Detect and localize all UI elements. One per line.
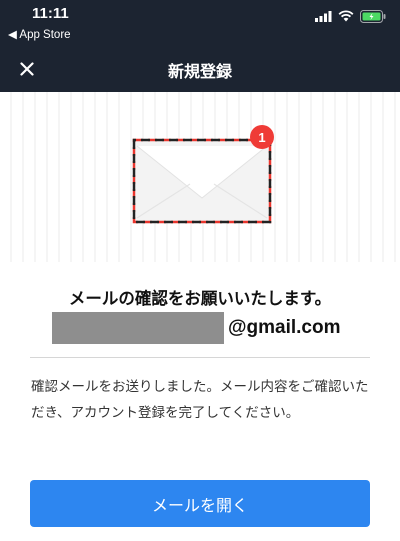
signal-icon: [315, 10, 332, 22]
envelope-illustration-area: 1: [0, 92, 400, 262]
open-mail-button[interactable]: メールを開く: [30, 480, 370, 527]
notification-badge: 1: [250, 125, 274, 149]
header-area: 11:11 ◀ App Store 新規登録: [0, 0, 400, 92]
status-time: 11:11: [32, 5, 69, 22]
email-domain: @gmail.com: [228, 317, 341, 338]
email-redaction-mask: [52, 312, 224, 344]
page-title: 新規登録: [167, 62, 232, 81]
status-icons: [315, 9, 386, 23]
divider: [30, 357, 370, 358]
confirmation-heading: メールの確認をお願いいたします。: [68, 289, 332, 308]
email-address: @gmail.com: [52, 311, 341, 345]
battery-icon: [360, 9, 386, 23]
wifi-icon: [338, 10, 354, 22]
envelope-icon: [132, 138, 272, 224]
back-to-app-store-link[interactable]: ◀ App Store: [8, 27, 71, 41]
description-text: 確認メールをお送りしました。メール内容をご確認いただき、アカウント登録を完了して…: [31, 379, 369, 421]
